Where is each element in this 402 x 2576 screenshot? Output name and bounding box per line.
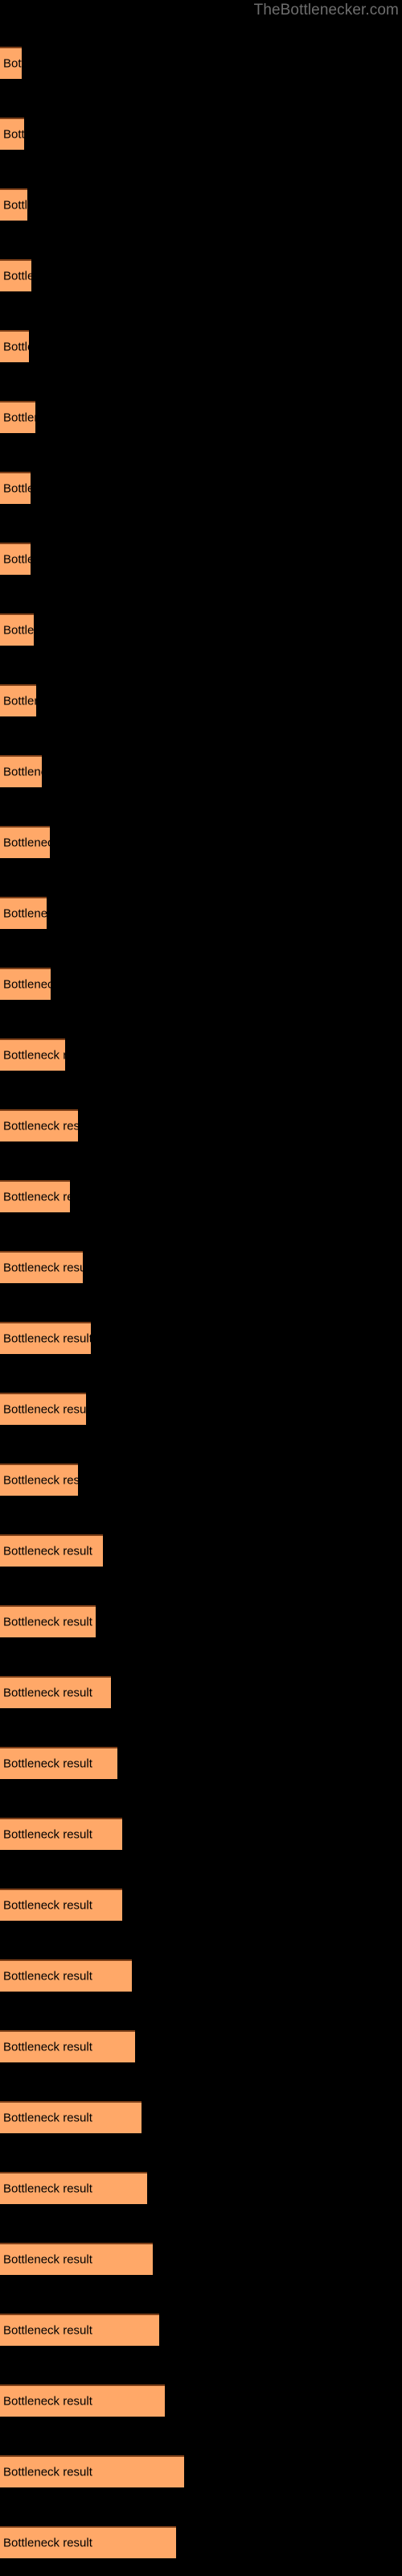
bar-24[interactable]: Bottleneck result [0,1676,111,1708]
bar-label: Bottleneck result [3,2040,92,2054]
bar-9[interactable]: Bottleneck result [0,613,34,646]
bar-label: Bottleneck result [3,1048,65,1063]
bar-label: Bottleneck result [3,56,22,71]
bar-34[interactable]: Bottleneck result [0,2384,165,2417]
bar-21[interactable]: Bottleneck result [0,1463,78,1496]
bar-label: Bottleneck result [3,2536,92,2550]
bar-label: Bottleneck result [3,2182,92,2196]
bar-label: Bottleneck result [3,2252,92,2267]
bar-label: Bottleneck result [3,1261,83,1275]
bar-label: Bottleneck result [3,836,50,850]
bar-1[interactable]: Bottleneck result [0,47,22,79]
bar-label: Bottleneck result [3,765,42,779]
bar-13[interactable]: Bottleneck result [0,897,47,929]
bar-label: Bottleneck result [3,977,51,992]
bar-29[interactable]: Bottleneck result [0,2030,135,2062]
bar-label: Bottleneck result [3,2323,92,2338]
bar-label: Bottleneck result [3,1544,92,1558]
bar-label: Bottleneck result [3,127,24,142]
bar-35[interactable]: Bottleneck result [0,2455,184,2487]
bar-14[interactable]: Bottleneck result [0,968,51,1000]
bar-label: Bottleneck result [3,1969,92,1984]
bar-28[interactable]: Bottleneck result [0,1959,132,1992]
bar-8[interactable]: Bottleneck result [0,543,31,575]
bar-18[interactable]: Bottleneck result [0,1251,83,1283]
bar-label: Bottleneck result [3,411,35,425]
bar-27[interactable]: Bottleneck result [0,1889,122,1921]
bar-7[interactable]: Bottleneck result [0,472,31,504]
bar-36[interactable]: Bottleneck result [0,2526,176,2558]
bar-label: Bottleneck result [3,1827,92,1842]
bar-16[interactable]: Bottleneck result [0,1109,78,1141]
bar-label: Bottleneck result [3,198,27,213]
bar-10[interactable]: Bottleneck result [0,684,36,716]
bar-31[interactable]: Bottleneck result [0,2172,147,2204]
bar-label: Bottleneck result [3,1331,91,1346]
bar-label: Bottleneck result [3,623,34,638]
bar-6[interactable]: Bottleneck result [0,401,35,433]
bar-label: Bottleneck result [3,552,31,567]
bar-32[interactable]: Bottleneck result [0,2243,153,2275]
bar-label: Bottleneck result [3,2394,92,2409]
bar-label: Bottleneck result [3,1119,78,1133]
bar-30[interactable]: Bottleneck result [0,2101,142,2133]
bar-26[interactable]: Bottleneck result [0,1818,122,1850]
bar-label: Bottleneck result [3,481,31,496]
bar-25[interactable]: Bottleneck result [0,1747,117,1779]
bar-33[interactable]: Bottleneck result [0,2314,159,2346]
bar-label: Bottleneck result [3,340,29,354]
bar-15[interactable]: Bottleneck result [0,1038,65,1071]
bar-label: Bottleneck result [3,2465,92,2479]
bottleneck-chart-root: TheBottlenecker.com Bottleneck resultBot… [0,0,402,2576]
bar-label: Bottleneck result [3,1473,78,1488]
bar-2[interactable]: Bottleneck result [0,118,24,150]
bar-4[interactable]: Bottleneck result [0,259,31,291]
bar-22[interactable]: Bottleneck result [0,1534,103,1567]
bar-label: Bottleneck result [3,694,36,708]
bar-20[interactable]: Bottleneck result [0,1393,86,1425]
bar-label: Bottleneck result [3,1898,92,1913]
bar-label: Bottleneck result [3,1686,92,1700]
bar-12[interactable]: Bottleneck result [0,826,50,858]
bar-3[interactable]: Bottleneck result [0,188,27,221]
bar-label: Bottleneck result [3,906,47,921]
bar-19[interactable]: Bottleneck result [0,1322,91,1354]
chart-plot-area: Bottleneck result Bottleneck result Bottle… [0,0,402,2576]
bar-label: Bottleneck result [3,1190,70,1204]
bar-5[interactable]: Bottleneck result [0,330,29,362]
bar-label: Bottleneck result [3,2111,92,2125]
bar-label: Bottleneck result [3,1757,92,1771]
bar-label: Bottleneck result [3,269,31,283]
bar-label: Bottleneck result [3,1402,86,1417]
bar-label: Bottleneck result [3,1615,92,1629]
bar-11[interactable]: Bottleneck result [0,755,42,787]
bar-17[interactable]: Bottleneck result [0,1180,70,1212]
bar-23[interactable]: Bottleneck result [0,1605,96,1637]
